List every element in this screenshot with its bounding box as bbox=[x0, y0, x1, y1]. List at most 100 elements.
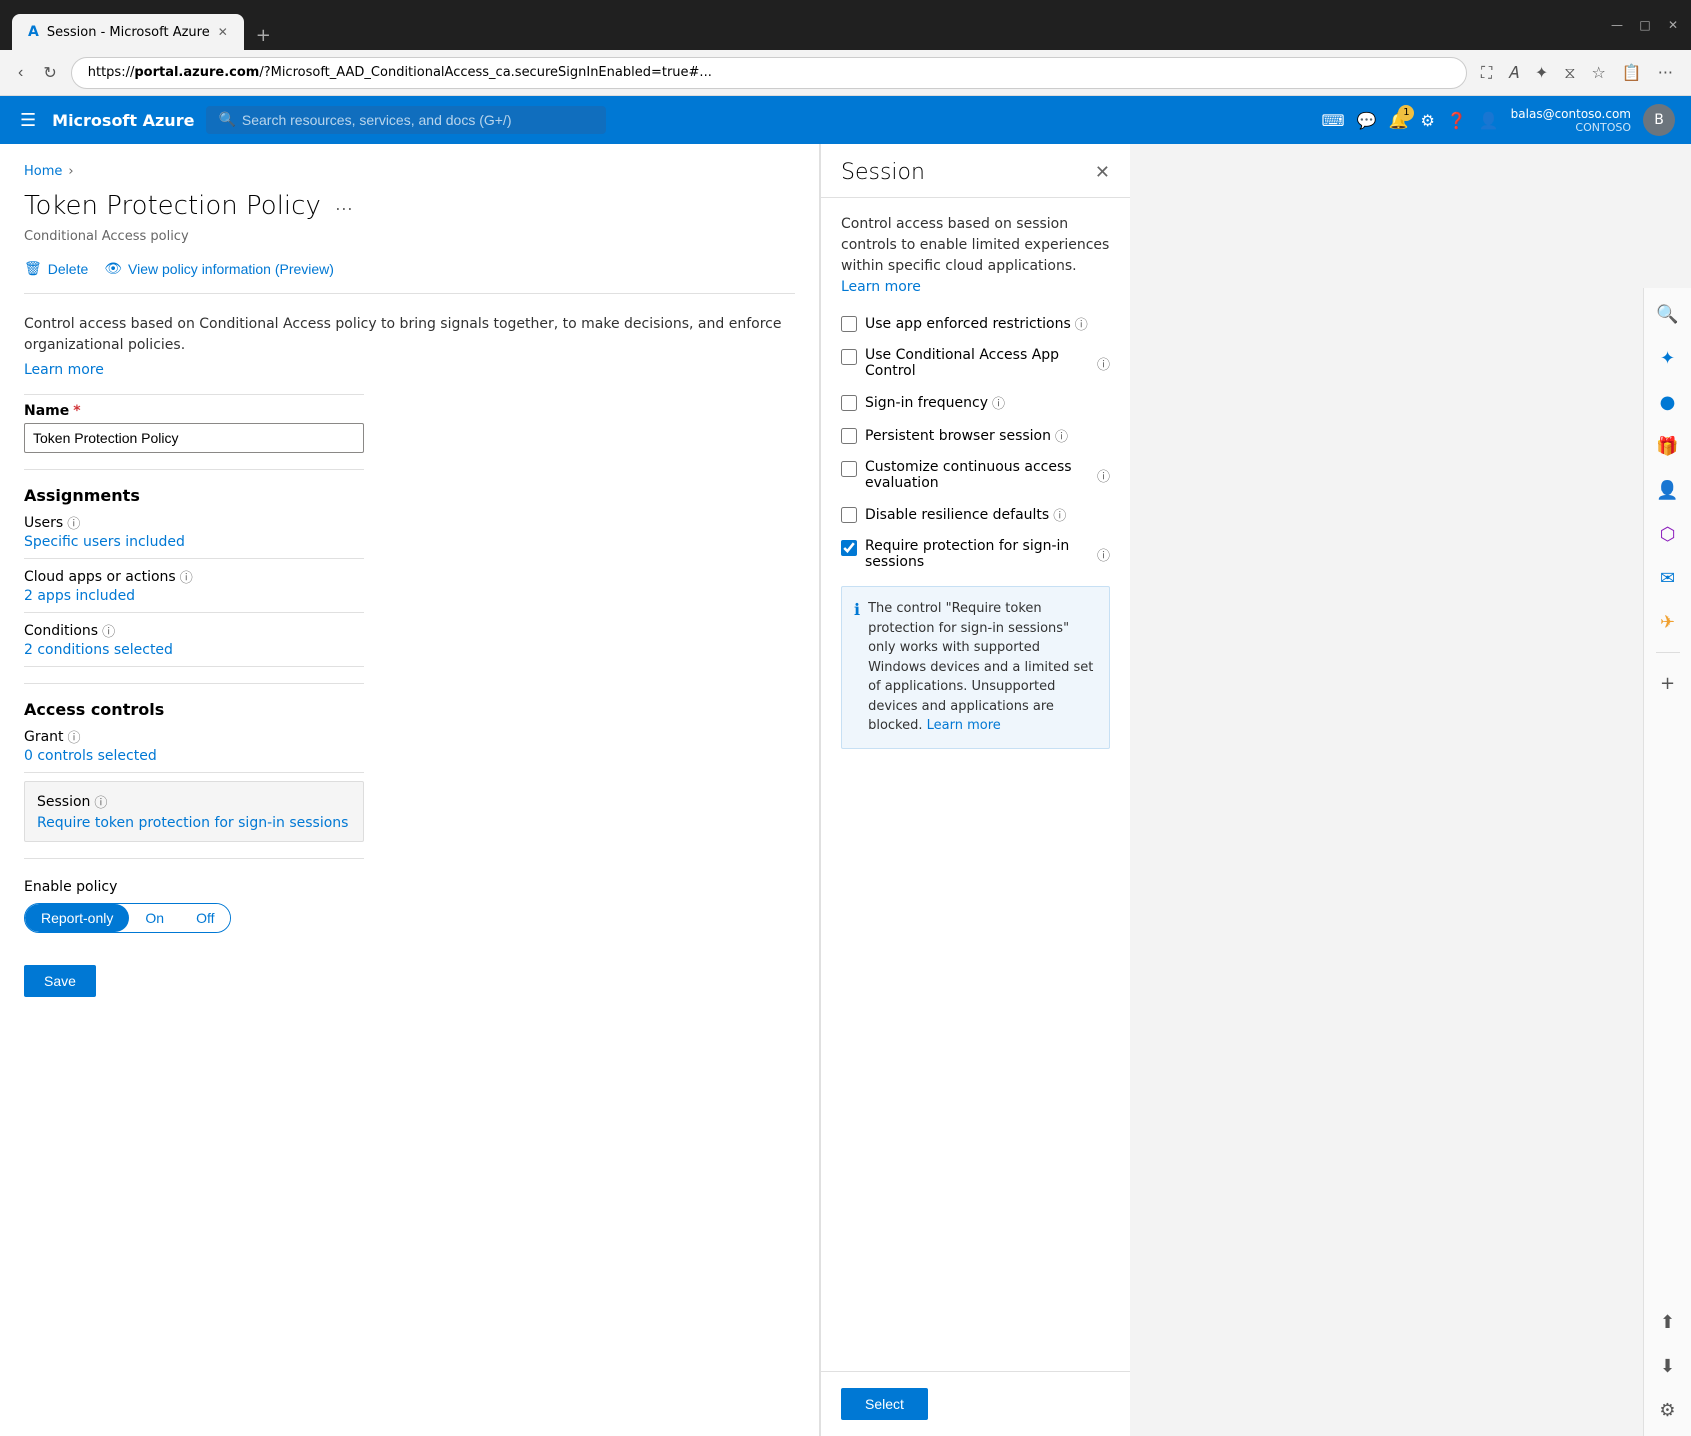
cloud-apps-value[interactable]: 2 apps included bbox=[24, 588, 364, 604]
session-box[interactable]: Session ⓘ Require token protection for s… bbox=[24, 781, 364, 842]
sidebar-copilot-icon[interactable]: ✦ bbox=[1650, 340, 1686, 376]
panel-close-button[interactable]: ✕ bbox=[1095, 162, 1110, 183]
users-info-icon[interactable]: ⓘ bbox=[67, 513, 80, 532]
assignments-heading: Assignments bbox=[24, 486, 795, 505]
address-bar: ‹ ↻ https://portal.azure.com/?Microsoft_… bbox=[0, 50, 1691, 96]
sidebar-search-icon[interactable]: 🔍 bbox=[1650, 296, 1686, 332]
users-value[interactable]: Specific users included bbox=[24, 534, 364, 550]
continuous-access-checkbox[interactable] bbox=[841, 461, 857, 477]
user-icon[interactable]: 👤 bbox=[1479, 111, 1499, 130]
ca-app-control-info-icon[interactable]: ⓘ bbox=[1097, 354, 1110, 373]
continuous-access-info-icon[interactable]: ⓘ bbox=[1097, 466, 1110, 485]
sign-in-freq-info-icon[interactable]: ⓘ bbox=[992, 393, 1005, 412]
delete-icon: 🗑 bbox=[24, 260, 42, 277]
notification-bell[interactable]: 🔔 1 bbox=[1389, 111, 1409, 130]
conditions-label: Conditions ⓘ bbox=[24, 621, 364, 640]
disable-resilience-label: Disable resilience defaults ⓘ bbox=[865, 505, 1110, 524]
delete-button[interactable]: 🗑 Delete bbox=[24, 260, 88, 277]
cloud-apps-label: Cloud apps or actions ⓘ bbox=[24, 567, 364, 586]
minimize-button[interactable]: — bbox=[1611, 19, 1623, 31]
sidebar-sphere-icon[interactable]: ⬡ bbox=[1650, 516, 1686, 552]
more-options-icon[interactable]: ··· bbox=[1652, 59, 1679, 86]
require-protection-checkbox[interactable] bbox=[841, 540, 857, 556]
help-icon[interactable]: ❓ bbox=[1447, 111, 1467, 130]
sidebar-user-icon[interactable]: 👤 bbox=[1650, 472, 1686, 508]
persistent-browser-info-icon[interactable]: ⓘ bbox=[1055, 426, 1068, 445]
ca-app-control-label: Use Conditional Access App Control ⓘ bbox=[865, 347, 1110, 379]
extensions-icon[interactable]: ⧖ bbox=[1558, 59, 1581, 87]
view-policy-button[interactable]: 👁 View policy information (Preview) bbox=[104, 260, 334, 277]
search-input[interactable] bbox=[242, 112, 595, 128]
name-form-group: Name * bbox=[24, 403, 364, 453]
grant-info-icon[interactable]: ⓘ bbox=[68, 727, 81, 746]
select-button[interactable]: Select bbox=[841, 1388, 928, 1420]
sidebar-add-icon[interactable]: + bbox=[1650, 665, 1686, 701]
collections-icon[interactable]: 📋 bbox=[1616, 59, 1648, 86]
checkbox-disable-resilience: Disable resilience defaults ⓘ bbox=[841, 505, 1110, 524]
ca-app-control-checkbox[interactable] bbox=[841, 349, 857, 365]
save-button[interactable]: Save bbox=[24, 965, 96, 997]
checkbox-require-protection: Require protection for sign-in sessions … bbox=[841, 538, 1110, 570]
copilot-icon[interactable]: ✦ bbox=[1529, 59, 1554, 86]
sidebar-scroll-up-icon[interactable]: ⬆ bbox=[1650, 1304, 1686, 1340]
app-restrictions-checkbox[interactable] bbox=[841, 316, 857, 332]
sidebar-settings-icon[interactable]: ⚙ bbox=[1650, 1392, 1686, 1428]
active-tab[interactable]: A Session - Microsoft Azure ✕ bbox=[12, 14, 244, 50]
session-value[interactable]: Require token protection for sign-in ses… bbox=[37, 815, 351, 831]
feedback-icon[interactable]: 💬 bbox=[1357, 111, 1377, 130]
address-input[interactable]: https://portal.azure.com/?Microsoft_AAD_… bbox=[71, 57, 1467, 89]
azure-search-box[interactable]: 🔍 bbox=[206, 106, 606, 134]
page-title: Token Protection Policy bbox=[24, 191, 321, 221]
checkbox-app-restrictions: Use app enforced restrictions ⓘ bbox=[841, 314, 1110, 333]
persistent-browser-checkbox[interactable] bbox=[841, 428, 857, 444]
disable-resilience-info-icon[interactable]: ⓘ bbox=[1053, 505, 1066, 524]
panel-header: Session ✕ bbox=[821, 144, 1130, 198]
browser-toolbar: ⛶ 𝐴 ✦ ⧖ ☆ 📋 ··· bbox=[1475, 59, 1679, 87]
read-aloud-icon[interactable]: 𝐴 bbox=[1502, 59, 1525, 87]
settings-icon[interactable]: ⚙ bbox=[1420, 111, 1434, 130]
browser-chrome: A Session - Microsoft Azure ✕ + — □ ✕ bbox=[0, 0, 1691, 50]
window-controls: — □ ✕ bbox=[1611, 19, 1679, 31]
favorites-icon[interactable]: ☆ bbox=[1585, 59, 1611, 86]
disable-resilience-checkbox[interactable] bbox=[841, 507, 857, 523]
session-info-icon[interactable]: ⓘ bbox=[94, 792, 107, 811]
tab-close-icon[interactable]: ✕ bbox=[218, 25, 228, 39]
ellipsis-menu-button[interactable]: ··· bbox=[329, 196, 359, 221]
sidebar-mail-icon[interactable]: ✉ bbox=[1650, 560, 1686, 596]
info-box-icon: ℹ bbox=[854, 600, 860, 736]
conditions-info-icon[interactable]: ⓘ bbox=[102, 621, 115, 640]
checkbox-sign-in-freq: Sign-in frequency ⓘ bbox=[841, 393, 1110, 412]
user-avatar[interactable]: B bbox=[1643, 104, 1675, 136]
name-input[interactable] bbox=[24, 423, 364, 453]
info-box-learn-more[interactable]: Learn more bbox=[927, 718, 1001, 733]
notification-badge: 1 bbox=[1398, 105, 1414, 121]
cloud-apps-item: Cloud apps or actions ⓘ 2 apps included bbox=[24, 567, 364, 613]
sidebar-azure-icon[interactable]: ● bbox=[1650, 384, 1686, 420]
screen-cast-icon[interactable]: ⛶ bbox=[1475, 59, 1498, 87]
panel-content: Control access based on session controls… bbox=[821, 198, 1130, 1371]
breadcrumb-home[interactable]: Home bbox=[24, 164, 62, 179]
new-tab-button[interactable]: + bbox=[248, 21, 279, 50]
refresh-button[interactable]: ↻ bbox=[37, 59, 62, 87]
back-button[interactable]: ‹ bbox=[12, 60, 29, 86]
sidebar-gift-icon[interactable]: 🎁 bbox=[1650, 428, 1686, 464]
conditions-value[interactable]: 2 conditions selected bbox=[24, 642, 364, 658]
right-sidebar: 🔍 ✦ ● 🎁 👤 ⬡ ✉ ✈ + ⬆ ⬇ ⚙ bbox=[1643, 288, 1691, 1436]
toggle-on[interactable]: On bbox=[129, 904, 180, 932]
toggle-report-only[interactable]: Report-only bbox=[25, 904, 129, 932]
terminal-icon[interactable]: ⌨ bbox=[1322, 111, 1345, 130]
sign-in-freq-checkbox[interactable] bbox=[841, 395, 857, 411]
hamburger-menu[interactable]: ☰ bbox=[16, 106, 40, 135]
learn-more-link[interactable]: Learn more bbox=[24, 362, 104, 378]
panel-learn-more-link[interactable]: Learn more bbox=[841, 279, 921, 295]
grant-value[interactable]: 0 controls selected bbox=[24, 748, 364, 764]
app-restrictions-info-icon[interactable]: ⓘ bbox=[1075, 314, 1088, 333]
sidebar-plane-icon[interactable]: ✈ bbox=[1650, 604, 1686, 640]
restore-button[interactable]: □ bbox=[1639, 19, 1651, 31]
cloud-apps-info-icon[interactable]: ⓘ bbox=[180, 567, 193, 586]
toggle-off[interactable]: Off bbox=[180, 904, 230, 932]
enable-policy-label: Enable policy bbox=[24, 879, 795, 895]
require-protection-info-icon[interactable]: ⓘ bbox=[1097, 545, 1110, 564]
close-button[interactable]: ✕ bbox=[1667, 19, 1679, 31]
sidebar-scroll-down-icon[interactable]: ⬇ bbox=[1650, 1348, 1686, 1384]
